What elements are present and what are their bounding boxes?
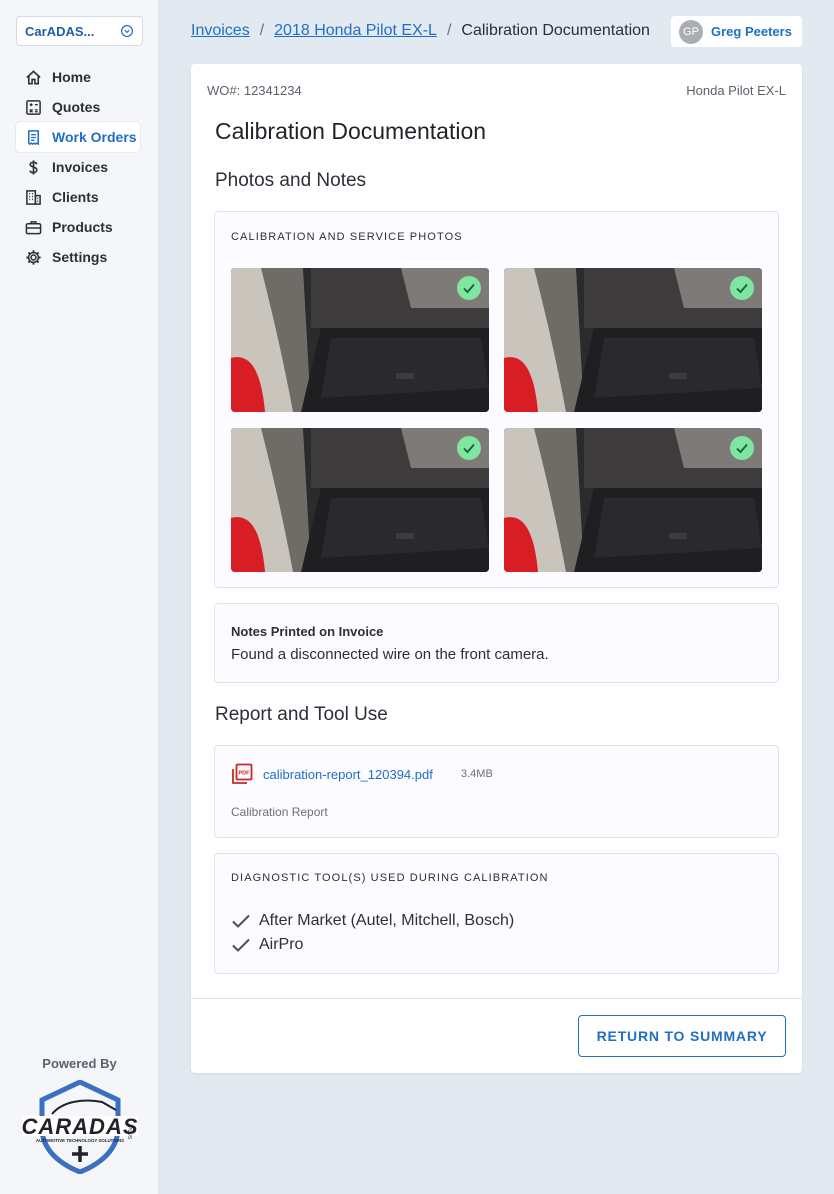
dollar-icon <box>24 158 42 176</box>
sidebar-item-home[interactable]: Home <box>16 62 140 92</box>
organization-selector[interactable]: CarADAS... <box>16 16 143 46</box>
notes-panel: Notes Printed on Invoice Found a disconn… <box>214 603 779 683</box>
user-menu[interactable]: GP Greg Peeters <box>671 16 802 47</box>
tool-item: AirPro <box>231 935 303 955</box>
breadcrumb-current: Calibration Documentation <box>461 22 650 39</box>
powered-by-label: Powered By <box>42 1056 117 1071</box>
sidebar-item-label: Products <box>52 219 113 235</box>
breadcrumb-separator: / <box>446 22 452 39</box>
pdf-file-icon: PDF <box>232 763 253 784</box>
report-file-link[interactable]: calibration-report_120394.pdf <box>263 767 433 782</box>
svg-text:PDF: PDF <box>239 771 251 777</box>
chevron-down-icon <box>120 24 134 38</box>
sidebar-item-settings[interactable]: Settings <box>16 242 140 272</box>
checkmark-icon <box>232 914 250 928</box>
sidebar-item-label: Home <box>52 69 91 85</box>
sidebar-item-quotes[interactable]: Quotes <box>16 92 140 122</box>
receipt-icon <box>24 128 42 146</box>
sidebar-item-label: Clients <box>52 189 99 205</box>
sidebar-item-invoices[interactable]: Invoices <box>16 152 140 182</box>
caradas-logo: CARADAS AUTOMOTIVE TECHNOLOGY SOLUTIONS … <box>22 1080 138 1174</box>
sidebar: CarADAS... Home Quotes Work Orders Invoi… <box>0 0 159 1194</box>
tools-overline: DIAGNOSTIC TOOL(S) USED DURING CALIBRATI… <box>231 872 549 884</box>
verified-check-icon <box>457 276 481 300</box>
breadcrumb: Invoices / 2018 Honda Pilot EX-L / Calib… <box>191 22 650 40</box>
tool-item: After Market (Autel, Mitchell, Bosch) <box>231 911 514 931</box>
vehicle-cargo-image <box>231 428 489 572</box>
vehicle-cargo-image <box>504 428 762 572</box>
tools-panel: DIAGNOSTIC TOOL(S) USED DURING CALIBRATI… <box>214 853 779 974</box>
sidebar-item-products[interactable]: Products <box>16 212 140 242</box>
toolbox-icon <box>24 218 42 236</box>
breadcrumb-invoices-link[interactable]: Invoices <box>191 22 250 40</box>
photos-panel: CALIBRATION AND SERVICE PHOTOS <box>214 211 779 588</box>
calculator-icon <box>24 98 42 116</box>
notes-text: Found a disconnected wire on the front c… <box>231 646 549 663</box>
user-name: Greg Peeters <box>711 24 792 39</box>
sidebar-item-clients[interactable]: Clients <box>16 182 140 212</box>
footer-divider <box>191 998 802 999</box>
sidebar-nav: Home Quotes Work Orders Invoices Clients <box>16 62 140 272</box>
checkmark-icon <box>232 938 250 952</box>
calibration-photo[interactable] <box>504 428 762 572</box>
report-file-type: Calibration Report <box>231 805 328 819</box>
home-icon <box>24 68 42 86</box>
vehicle-name: Honda Pilot EX-L <box>686 83 786 98</box>
photos-overline: CALIBRATION AND SERVICE PHOTOS <box>231 231 463 243</box>
svg-text:CARADAS: CARADAS <box>22 1114 138 1139</box>
calibration-photo[interactable] <box>504 268 762 412</box>
building-icon <box>24 188 42 206</box>
notes-label: Notes Printed on Invoice <box>231 624 384 639</box>
avatar: GP <box>679 19 703 44</box>
report-file-size: 3.4MB <box>461 768 493 780</box>
sidebar-item-label: Invoices <box>52 159 109 175</box>
tool-label: After Market (Autel, Mitchell, Bosch) <box>259 912 515 929</box>
vehicle-cargo-image <box>504 268 762 412</box>
organization-label: CarADAS... <box>25 23 95 39</box>
tool-label: AirPro <box>259 936 304 953</box>
svg-text:PLUS: PLUS <box>126 1126 132 1140</box>
page-title: Calibration Documentation <box>215 118 487 144</box>
verified-check-icon <box>730 436 754 460</box>
work-order-number: WO#: 12341234 <box>207 83 302 98</box>
breadcrumb-vehicle-link[interactable]: 2018 Honda Pilot EX-L <box>274 22 437 40</box>
verified-check-icon <box>457 436 481 460</box>
svg-text:AUTOMOTIVE TECHNOLOGY SOLUTION: AUTOMOTIVE TECHNOLOGY SOLUTIONS <box>36 1138 124 1143</box>
vehicle-cargo-image <box>231 268 489 412</box>
sidebar-item-label: Quotes <box>52 99 101 115</box>
report-heading: Report and Tool Use <box>215 704 388 725</box>
sidebar-item-work-orders[interactable]: Work Orders <box>16 122 140 152</box>
sidebar-item-label: Settings <box>52 249 108 265</box>
calibration-documentation-card: WO#: 12341234 Honda Pilot EX-L Calibrati… <box>191 64 802 1073</box>
calibration-photo[interactable] <box>231 268 489 412</box>
report-panel: PDF calibration-report_120394.pdf 3.4MB … <box>214 745 779 838</box>
sidebar-item-label: Work Orders <box>52 129 137 145</box>
verified-check-icon <box>730 276 754 300</box>
calibration-photo[interactable] <box>231 428 489 572</box>
gear-icon <box>24 248 42 266</box>
return-to-summary-button[interactable]: RETURN TO SUMMARY <box>578 1015 786 1057</box>
photos-heading: Photos and Notes <box>215 170 367 191</box>
breadcrumb-separator: / <box>259 22 265 39</box>
